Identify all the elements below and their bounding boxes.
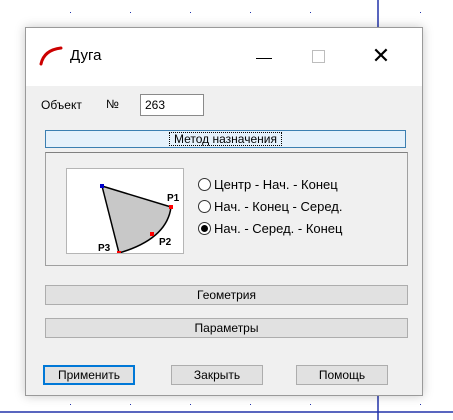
diagram-p1-label: P1 <box>167 193 180 204</box>
arc-dialog: Дуга ✕ Объект № Метод назначения P1 P2 P… <box>25 27 423 396</box>
radio-label: Центр - Нач. - Конец <box>214 176 338 192</box>
radio-option-center-start-end[interactable]: Центр - Нач. - Конец <box>198 173 342 195</box>
arc-method-diagram: P1 P2 P3 <box>66 168 184 254</box>
object-number-label: № <box>106 97 119 111</box>
title-bar[interactable]: Дуга ✕ <box>26 28 422 86</box>
parameters-button[interactable]: Параметры <box>45 318 408 338</box>
apply-button-label: Применить <box>57 368 120 382</box>
maximize-icon <box>311 49 325 63</box>
minimize-icon <box>256 57 272 59</box>
radio-button[interactable] <box>198 199 211 213</box>
method-radio-group: Центр - Нач. - Конец Нач. - Конец - Сере… <box>198 173 342 239</box>
window-title: Дуга <box>70 47 102 64</box>
geometry-button[interactable]: Геометрия <box>45 285 408 305</box>
radio-option-start-middle-end[interactable]: Нач. - Серед. - Конец <box>198 217 342 239</box>
radio-button[interactable] <box>198 177 211 191</box>
object-label: Объект <box>41 98 82 112</box>
minimize-button[interactable] <box>241 38 287 74</box>
diagram-p2-marker <box>150 232 154 236</box>
diagram-p3-marker <box>117 251 121 253</box>
method-button[interactable]: Метод назначения <box>45 130 406 148</box>
radio-label: Нач. - Конец - Серед. <box>214 198 343 214</box>
close-icon: ✕ <box>371 43 391 68</box>
geometry-button-label: Геометрия <box>197 288 256 302</box>
method-panel: P1 P2 P3 Центр - Нач. - Конец Нач. - Кон… <box>45 152 408 266</box>
close-button-label: Закрыть <box>193 368 241 382</box>
radio-button-selected[interactable] <box>198 221 211 235</box>
radio-option-start-end-middle[interactable]: Нач. - Конец - Серед. <box>198 195 342 217</box>
radio-label: Нач. - Серед. - Конец <box>214 220 343 236</box>
help-button-label: Помощь <box>318 368 366 382</box>
apply-button[interactable]: Применить <box>43 365 135 385</box>
help-button[interactable]: Помощь <box>296 365 388 385</box>
arc-icon <box>39 46 63 66</box>
object-number-input[interactable] <box>140 94 204 116</box>
diagram-p1-marker <box>169 205 173 209</box>
diagram-p2-label: P2 <box>159 237 172 248</box>
close-window-button[interactable]: ✕ <box>358 38 404 74</box>
diagram-p3-label: P3 <box>98 243 111 254</box>
parameters-button-label: Параметры <box>194 321 259 335</box>
diagram-start-marker <box>100 184 104 188</box>
method-button-label: Метод назначения <box>169 132 282 146</box>
close-button[interactable]: Закрыть <box>171 365 263 385</box>
maximize-button <box>295 38 341 74</box>
